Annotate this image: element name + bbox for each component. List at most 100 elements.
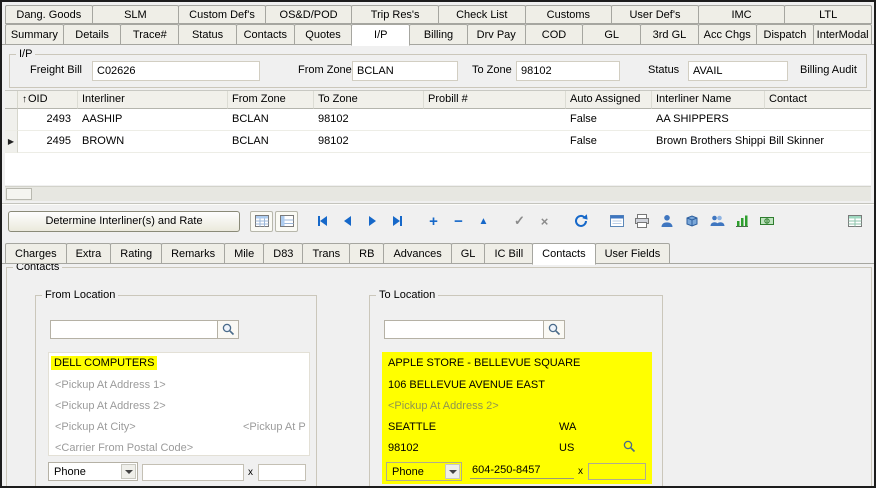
tab-quotes[interactable]: Quotes (294, 24, 353, 45)
to-postal-field[interactable]: 98102 (388, 442, 419, 454)
tab-cod[interactable]: COD (525, 24, 584, 45)
table-row-selected[interactable]: ▶ 2495 BROWN BCLAN 98102 False Brown Bro… (5, 131, 871, 153)
tab-acc-chgs[interactable]: Acc Chgs (698, 24, 757, 45)
from-ext-input[interactable] (258, 464, 306, 481)
detail-grid-button[interactable] (843, 211, 866, 232)
delete-record-button[interactable]: − (447, 211, 470, 232)
last-record-button[interactable] (386, 211, 409, 232)
to-search-input[interactable] (384, 320, 544, 339)
from-address1-field[interactable]: <Pickup At Address 1> (55, 379, 166, 391)
from-city-field[interactable]: <Pickup At City> (55, 421, 136, 433)
container-button[interactable] (680, 211, 703, 232)
from-lookup-button[interactable] (217, 320, 239, 339)
grid-header-auto-assigned[interactable]: Auto Assigned (566, 91, 652, 109)
to-phone-field[interactable]: 604-250-8457 (470, 462, 574, 479)
to-address1-field[interactable]: 106 BELLEVUE AVENUE EAST (388, 379, 545, 391)
tab-custom-defs[interactable]: Custom Def's (178, 5, 266, 24)
from-search-input[interactable] (50, 320, 218, 339)
tab-contacts-bottom[interactable]: Contacts (532, 243, 595, 265)
edit-record-button[interactable]: ▲ (472, 211, 495, 232)
to-ext-input[interactable] (588, 463, 646, 480)
tab-summary[interactable]: Summary (5, 24, 64, 45)
from-address2-field[interactable]: <Pickup At Address 2> (55, 400, 166, 412)
tab-remarks[interactable]: Remarks (161, 243, 225, 264)
grid-header-to-zone[interactable]: To Zone (314, 91, 424, 109)
grid-header-interliner-name[interactable]: Interliner Name (652, 91, 765, 109)
tab-ltl[interactable]: LTL (784, 5, 872, 24)
tab-user-defs[interactable]: User Def's (611, 5, 699, 24)
tab-ip[interactable]: I/P (351, 24, 410, 46)
freight-bill-field[interactable]: C02626 (92, 61, 260, 81)
prior-record-button[interactable] (336, 211, 359, 232)
tab-trace[interactable]: Trace# (120, 24, 179, 45)
chart-button[interactable] (730, 211, 753, 232)
grid-hscrollbar[interactable] (5, 186, 871, 201)
tab-billing[interactable]: Billing (409, 24, 468, 45)
grid-header-oid[interactable]: ↑OID (18, 91, 78, 109)
from-postal-field[interactable]: <Carrier From Postal Code> (55, 442, 193, 454)
table-row[interactable]: 2493 AASHIP BCLAN 98102 False AA SHIPPER… (5, 109, 871, 131)
grid-header-probill[interactable]: Probill # (424, 91, 566, 109)
tab-d83[interactable]: D83 (263, 243, 303, 264)
tab-details[interactable]: Details (63, 24, 122, 45)
to-country-field[interactable]: US (559, 442, 574, 454)
layout-grid-icon[interactable] (275, 211, 298, 232)
status-field[interactable]: AVAIL (688, 61, 788, 81)
from-phone-input[interactable] (142, 464, 244, 481)
printer-button[interactable] (630, 211, 653, 232)
tab-user-fields[interactable]: User Fields (595, 243, 671, 264)
tab-trans[interactable]: Trans (302, 243, 350, 264)
tab-slm[interactable]: SLM (92, 5, 180, 24)
to-phone-type-select[interactable]: Phone (386, 462, 462, 481)
to-address2-field[interactable]: <Pickup At Address 2> (388, 400, 499, 412)
to-postal-lookup-button[interactable] (622, 439, 637, 457)
money-button[interactable] (755, 211, 778, 232)
tab-rating[interactable]: Rating (110, 243, 162, 264)
next-record-button[interactable] (361, 211, 384, 232)
chevron-down-icon[interactable] (445, 464, 460, 479)
tab-trip-ress[interactable]: Trip Res's (351, 5, 439, 24)
tab-ic-bill[interactable]: IC Bill (484, 243, 533, 264)
hscrollbar-thumb[interactable] (6, 188, 32, 200)
grid-header-contact[interactable]: Contact (765, 91, 871, 109)
tab-dang-goods[interactable]: Dang. Goods (5, 5, 93, 24)
determine-rate-button[interactable]: Determine Interliner(s) and Rate (8, 211, 240, 232)
insert-record-button[interactable]: + (422, 211, 445, 232)
tab-gl[interactable]: GL (582, 24, 641, 45)
data-grid-icon[interactable] (250, 211, 273, 232)
grid-header-interliner[interactable]: Interliner (78, 91, 228, 109)
tab-dispatch[interactable]: Dispatch (756, 24, 815, 45)
users-button[interactable] (705, 211, 728, 232)
from-province-field[interactable]: <Pickup At P (243, 421, 309, 433)
to-city-field[interactable]: SEATTLE (388, 421, 436, 433)
tab-customs[interactable]: Customs (525, 5, 613, 24)
from-phone-type-select[interactable]: Phone (48, 462, 138, 481)
post-edit-button[interactable]: ✓ (508, 211, 531, 232)
tab-rb[interactable]: RB (349, 243, 384, 264)
tab-charges[interactable]: Charges (5, 243, 67, 264)
chevron-down-icon[interactable] (121, 464, 136, 479)
to-lookup-button[interactable] (543, 320, 565, 339)
tab-gl-bottom[interactable]: GL (451, 243, 486, 264)
tab-3rd-gl[interactable]: 3rd GL (640, 24, 699, 45)
first-record-button[interactable] (311, 211, 334, 232)
tab-advances[interactable]: Advances (383, 243, 451, 264)
from-zone-field[interactable]: BCLAN (352, 61, 458, 81)
user-button[interactable] (655, 211, 678, 232)
tab-check-list[interactable]: Check List (438, 5, 526, 24)
tab-imc[interactable]: IMC (698, 5, 786, 24)
tab-extra[interactable]: Extra (66, 243, 112, 264)
tab-contacts-top[interactable]: Contacts (236, 24, 295, 45)
grid-header-from-zone[interactable]: From Zone (228, 91, 314, 109)
cancel-edit-button[interactable]: × (533, 211, 556, 232)
to-zone-field[interactable]: 98102 (516, 61, 620, 81)
tab-status[interactable]: Status (178, 24, 237, 45)
tab-osd-pod[interactable]: OS&D/POD (265, 5, 353, 24)
tab-intermodal[interactable]: InterModal (813, 24, 872, 45)
form-view-button[interactable] (605, 211, 628, 232)
refresh-button[interactable] (569, 211, 592, 232)
tab-drv-pay[interactable]: Drv Pay (467, 24, 526, 45)
to-name-field[interactable]: APPLE STORE - BELLEVUE SQUARE (388, 357, 580, 369)
tab-mile[interactable]: Mile (224, 243, 264, 264)
to-province-field[interactable]: WA (559, 421, 576, 433)
